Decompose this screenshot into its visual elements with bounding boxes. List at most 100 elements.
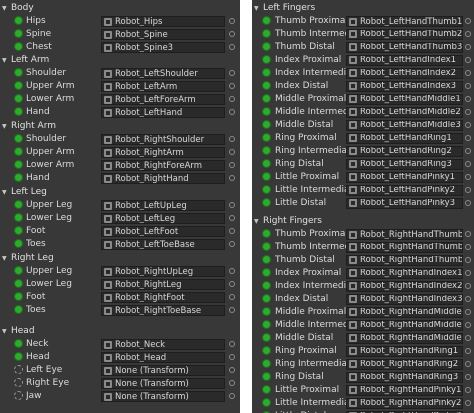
object-picker-icon[interactable]	[229, 96, 235, 103]
bone-mapped-icon[interactable]	[14, 173, 23, 183]
transform-field[interactable]: Robot_Spine	[101, 29, 225, 41]
transform-field[interactable]: Robot_LeftHandPinky1	[346, 171, 463, 183]
transform-field[interactable]: Robot_RightHandIndex1	[346, 267, 463, 279]
transform-field[interactable]: Robot_RightHand	[101, 173, 225, 185]
object-picker-icon[interactable]	[229, 109, 235, 116]
transform-field[interactable]: Robot_RightHandThumb1	[346, 229, 463, 240]
transform-field[interactable]: Robot_RightHandMiddle1	[346, 306, 463, 318]
object-picker-icon[interactable]	[229, 228, 235, 235]
bone-mapped-icon[interactable]	[262, 319, 271, 329]
bone-mapped-icon[interactable]	[14, 134, 23, 143]
transform-field[interactable]: Robot_LeftHandRing3	[346, 158, 463, 170]
transform-field[interactable]: Robot_LeftToeBase	[101, 239, 225, 251]
object-picker-icon[interactable]	[229, 268, 235, 274]
object-picker-icon[interactable]	[229, 341, 235, 347]
transform-field[interactable]: Robot_LeftHandRing2	[346, 145, 463, 157]
bone-mapped-icon[interactable]	[14, 279, 23, 289]
object-picker-icon[interactable]	[229, 354, 235, 361]
transform-field[interactable]: None (Transform)	[101, 378, 225, 390]
transform-field[interactable]: Robot_LeftHandMiddle2	[346, 106, 463, 118]
foldout-arrow-icon[interactable]: ▼	[2, 57, 11, 64]
bone-mapped-icon[interactable]	[262, 184, 271, 194]
bone-optional-icon[interactable]	[14, 391, 23, 401]
object-picker-icon[interactable]	[465, 334, 471, 341]
bone-mapped-icon[interactable]	[14, 226, 23, 236]
object-picker-icon[interactable]	[465, 160, 471, 167]
object-picker-icon[interactable]	[229, 18, 235, 24]
object-picker-icon[interactable]	[465, 43, 471, 50]
object-picker-icon[interactable]	[229, 241, 235, 248]
object-picker-icon[interactable]	[465, 147, 471, 154]
bone-mapped-icon[interactable]	[262, 384, 271, 394]
transform-field[interactable]: Robot_RightLeg	[101, 279, 225, 291]
object-picker-icon[interactable]	[465, 30, 471, 37]
bone-mapped-icon[interactable]	[14, 81, 23, 91]
bone-mapped-icon[interactable]	[14, 68, 23, 77]
group-header-right-leg[interactable]: ▼ Right Leg	[2, 252, 54, 264]
transform-field[interactable]: Robot_LeftHandThumb3	[346, 41, 463, 53]
bone-mapped-icon[interactable]	[262, 345, 271, 355]
bone-mapped-icon[interactable]	[14, 200, 23, 209]
transform-field[interactable]: Robot_Head	[101, 352, 225, 364]
object-picker-icon[interactable]	[229, 83, 235, 90]
bone-mapped-icon[interactable]	[262, 106, 271, 116]
bone-mapped-icon[interactable]	[14, 339, 23, 348]
bone-mapped-icon[interactable]	[14, 266, 23, 275]
bone-optional-icon[interactable]	[14, 378, 23, 388]
bone-mapped-icon[interactable]	[14, 160, 23, 170]
bone-mapped-icon[interactable]	[14, 147, 23, 157]
bone-mapped-icon[interactable]	[262, 132, 271, 142]
object-picker-icon[interactable]	[229, 367, 235, 374]
bone-mapped-icon[interactable]	[262, 229, 271, 238]
object-picker-icon[interactable]	[465, 95, 471, 102]
transform-field[interactable]: Robot_RightHandThumb3	[346, 254, 463, 266]
object-picker-icon[interactable]	[229, 44, 235, 51]
transform-field[interactable]: Robot_RightHandMiddle2	[346, 319, 463, 331]
transform-field[interactable]: Robot_LeftHandPinky3	[346, 197, 463, 209]
transform-field[interactable]: Robot_LeftHandThumb1	[346, 16, 463, 27]
bone-mapped-icon[interactable]	[262, 358, 271, 368]
bone-mapped-icon[interactable]	[262, 171, 271, 181]
transform-field[interactable]: Robot_LeftFoot	[101, 226, 225, 238]
transform-field[interactable]: Robot_RightHandThumb2	[346, 241, 463, 253]
object-picker-icon[interactable]	[465, 399, 471, 406]
object-picker-icon[interactable]	[229, 31, 235, 38]
bone-mapped-icon[interactable]	[262, 54, 271, 64]
transform-field[interactable]: Robot_RightToeBase	[101, 305, 225, 317]
object-picker-icon[interactable]	[465, 321, 471, 328]
object-picker-icon[interactable]	[465, 360, 471, 367]
object-picker-icon[interactable]	[229, 307, 235, 314]
bone-mapped-icon[interactable]	[262, 397, 271, 407]
bone-mapped-icon[interactable]	[262, 80, 271, 90]
object-picker-icon[interactable]	[465, 173, 471, 180]
object-picker-icon[interactable]	[229, 393, 235, 400]
bone-mapped-icon[interactable]	[262, 241, 271, 251]
foldout-arrow-icon[interactable]: ▼	[2, 123, 11, 130]
object-picker-icon[interactable]	[465, 295, 471, 302]
object-picker-icon[interactable]	[465, 186, 471, 193]
bone-mapped-icon[interactable]	[262, 197, 271, 207]
transform-field[interactable]: Robot_RightForeArm	[101, 160, 225, 172]
object-picker-icon[interactable]	[465, 256, 471, 263]
object-picker-icon[interactable]	[229, 380, 235, 387]
object-picker-icon[interactable]	[465, 121, 471, 128]
object-picker-icon[interactable]	[465, 282, 471, 289]
object-picker-icon[interactable]	[229, 149, 235, 156]
transform-field[interactable]: Robot_LeftForeArm	[101, 94, 225, 106]
bone-mapped-icon[interactable]	[14, 352, 23, 362]
foldout-arrow-icon[interactable]: ▼	[2, 255, 11, 262]
bone-mapped-icon[interactable]	[262, 28, 271, 38]
transform-field[interactable]: Robot_LeftHandIndex1	[346, 54, 463, 66]
transform-field[interactable]: Robot_RightHandPinky1	[346, 384, 463, 396]
group-header-right-arm[interactable]: ▼ Right Arm	[2, 120, 56, 132]
group-header-left-arm[interactable]: ▼ Left Arm	[2, 54, 49, 66]
transform-field[interactable]: Robot_LeftHand	[101, 107, 225, 119]
object-picker-icon[interactable]	[229, 70, 235, 76]
object-picker-icon[interactable]	[465, 373, 471, 380]
group-header-head[interactable]: ▼ Head	[2, 325, 35, 337]
transform-field[interactable]: Robot_LeftHandMiddle1	[346, 93, 463, 105]
group-header-left-leg[interactable]: ▼ Left Leg	[2, 186, 47, 198]
transform-field[interactable]: Robot_LeftHandIndex3	[346, 80, 463, 92]
transform-field[interactable]: None (Transform)	[101, 391, 225, 403]
transform-field[interactable]: Robot_LeftHandPinky2	[346, 184, 463, 196]
